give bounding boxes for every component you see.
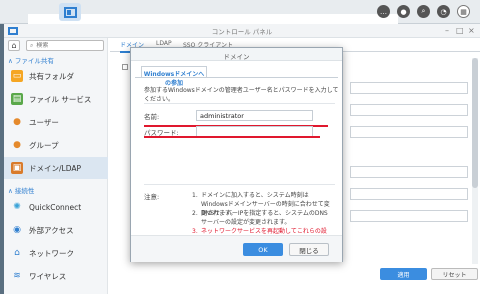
globe-icon: ◉ — [13, 225, 21, 235]
sidebar-item-label: 外部アクセス — [29, 225, 74, 235]
background-field[interactable] — [350, 104, 468, 116]
background-field[interactable] — [350, 126, 468, 138]
background-field[interactable] — [350, 166, 468, 178]
window-titlebar: コントロール パネル – □ × — [4, 24, 480, 38]
dialog-footer: OK 閉じる — [131, 235, 342, 262]
domain-dialog: ドメイン Windowsドメインへの参加 参加するWindowsドメインの管理者… — [130, 47, 343, 262]
desktop-icon[interactable]: ▦ — [457, 5, 470, 18]
reset-button[interactable]: リセット — [431, 268, 478, 280]
sidebar-item-label: ファイル サービス — [29, 94, 92, 104]
section-file-sharing-label: ファイル共有 — [14, 57, 54, 65]
minimize-icon[interactable]: – — [445, 26, 449, 36]
close-icon[interactable]: × — [468, 26, 475, 36]
user-icon[interactable]: ● — [397, 5, 410, 18]
domain-icon: ▣ — [11, 162, 23, 174]
sidebar-item-label: ユーザー — [29, 117, 59, 127]
widgets-icon[interactable]: ◔ — [437, 5, 450, 18]
sidebar-item-label: ワイヤレス — [29, 271, 67, 281]
sidebar-item-wireless[interactable]: ≋ ワイヤレス — [4, 265, 108, 287]
sidebar-item-label: グループ — [29, 140, 59, 150]
tab-join-domain[interactable]: Windowsドメインへの参加 — [141, 66, 207, 87]
network-icon: ⌂ — [14, 248, 20, 258]
divider — [144, 184, 335, 185]
annotation-underline — [144, 136, 320, 138]
scroll-thumb[interactable] — [472, 58, 478, 188]
note-text: DNSサーバーIPを指定すると、システムのDNSサーバーの設定が変更されます。 — [201, 210, 328, 226]
search-box[interactable]: ⌕ — [26, 40, 104, 51]
sidebar-item-network[interactable]: ⌂ ネットワーク — [4, 242, 108, 264]
background-field[interactable] — [350, 82, 468, 94]
sidebar: ⌂ ⌕ ∧ ファイル共有 ▭ 共有フォルダ ▤ ファイル サービス ● ユーザー… — [4, 38, 108, 294]
tab-ldap[interactable]: LDAP — [156, 40, 172, 47]
sidebar-item-user[interactable]: ● ユーザー — [4, 111, 108, 133]
name-label: 名前: — [144, 113, 160, 121]
sidebar-item-quickconnect[interactable]: ✺ QuickConnect — [4, 196, 108, 218]
search-input[interactable] — [36, 42, 97, 49]
home-icon: ⌂ — [11, 41, 17, 50]
file-services-icon: ▤ — [11, 93, 23, 105]
section-connectivity-label: 接続性 — [14, 187, 35, 195]
background-dropdown[interactable] — [350, 210, 468, 222]
note-number: 2. — [192, 210, 198, 217]
sidebar-item-label: QuickConnect — [29, 202, 82, 212]
dialog-description: 参加するWindowsドメインの管理者ユーザー名とパスワードを入力してください。 — [144, 87, 339, 103]
name-input[interactable] — [196, 110, 313, 121]
chat-icon[interactable]: … — [377, 5, 390, 18]
background-field[interactable] — [350, 188, 468, 200]
sidebar-item-domain-ldap[interactable]: ▣ ドメイン/LDAP — [4, 157, 108, 179]
divider — [144, 103, 335, 104]
note-number: 1. — [192, 192, 198, 199]
group-icon: ● — [13, 140, 21, 150]
wifi-icon: ≋ — [13, 271, 21, 281]
sidebar-item-shared-folder[interactable]: ▭ 共有フォルダ — [4, 65, 108, 87]
apply-button[interactable]: 適用 — [380, 268, 427, 280]
home-button[interactable]: ⌂ — [8, 40, 20, 51]
folder-icon: ▭ — [11, 70, 23, 82]
control-panel-task-button[interactable] — [59, 3, 81, 21]
section-file-sharing[interactable]: ∧ ファイル共有 — [8, 55, 54, 65]
sidebar-item-label: ネットワーク — [29, 248, 74, 258]
chevron-down-icon: ∧ — [8, 187, 13, 195]
tab-divider — [135, 77, 338, 78]
sidebar-item-file-services[interactable]: ▤ ファイル サービス — [4, 88, 108, 110]
taskbar: … ● ⌕ ◔ ▦ — [0, 0, 480, 270]
scrollbar[interactable] — [472, 58, 478, 264]
sidebar-item-external-access[interactable]: ◉ 外部アクセス — [4, 219, 108, 241]
user-icon: ● — [13, 117, 21, 127]
sidebar-item-label: ドメイン/LDAP — [29, 163, 82, 173]
search-icon[interactable]: ⌕ — [417, 5, 430, 18]
chevron-down-icon: ∧ — [8, 57, 13, 65]
section-connectivity[interactable]: ∧ 接続性 — [8, 185, 34, 195]
close-button[interactable]: 閉じる — [289, 243, 329, 256]
dialog-title: ドメイン — [131, 48, 342, 61]
ok-button[interactable]: OK — [243, 243, 283, 256]
maximize-icon[interactable]: □ — [456, 26, 464, 36]
sidebar-item-label: 共有フォルダ — [29, 71, 74, 81]
control-panel-icon — [63, 6, 77, 18]
background-checkbox[interactable] — [122, 64, 128, 70]
window-title: コントロール パネル — [211, 28, 273, 36]
quickconnect-icon: ✺ — [13, 202, 21, 212]
notes-label: 注意: — [144, 193, 160, 201]
search-icon: ⌕ — [30, 41, 34, 49]
sidebar-item-group[interactable]: ● グループ — [4, 134, 108, 156]
